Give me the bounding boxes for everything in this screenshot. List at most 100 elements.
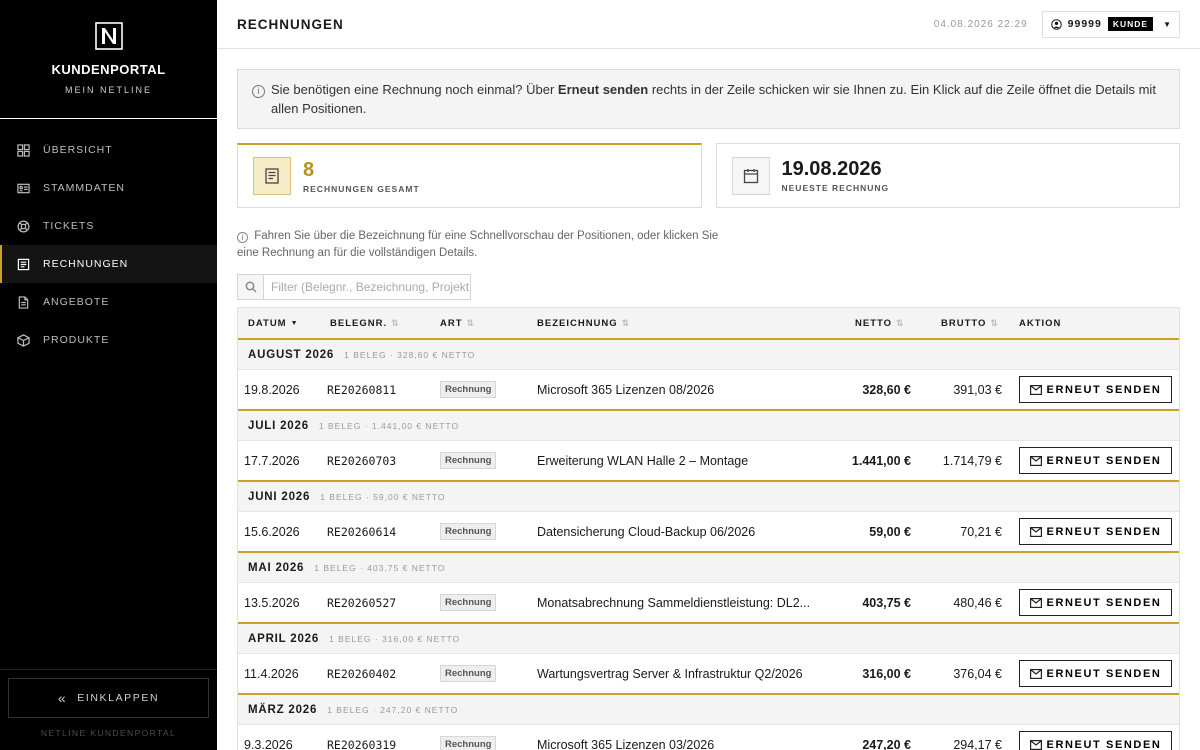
resend-label: ERNEUT SENDEN bbox=[1046, 383, 1162, 396]
cell-number: RE20260527 bbox=[327, 595, 397, 610]
info-icon: i bbox=[237, 232, 248, 243]
cell-number: RE20260319 bbox=[327, 737, 397, 750]
main-area: RECHNUNGEN 04.08.2026 22:29 99999 KUNDE … bbox=[217, 0, 1200, 750]
content: i Sie benötigen eine Rechnung noch einma… bbox=[217, 49, 1200, 750]
column-header-description[interactable]: BEZEICHNUNG ⇅ bbox=[530, 318, 832, 329]
group-meta: 1 BELEG · 316,00 € NETTO bbox=[329, 633, 461, 644]
sidebar-item-uebersicht[interactable]: ÜBERSICHT bbox=[0, 131, 217, 169]
lifebuoy-icon bbox=[16, 219, 30, 233]
group-header: MAI 2026 1 BELEG · 403,75 € NETTO bbox=[238, 553, 1179, 583]
sidebar-item-tickets[interactable]: TICKETS bbox=[0, 207, 217, 245]
cell-net: 403,75 € bbox=[862, 595, 911, 610]
type-badge: Rechnung bbox=[440, 452, 497, 469]
cell-action: ERNEUT SENDEN bbox=[1009, 376, 1179, 403]
cell-description[interactable]: Microsoft 365 Lizenzen 03/2026 bbox=[530, 738, 832, 750]
sort-icon: ⇅ bbox=[391, 317, 400, 328]
resend-button[interactable]: ERNEUT SENDEN bbox=[1019, 589, 1172, 616]
cell-description[interactable]: Monatsabrechnung Sammeldienstleistung: D… bbox=[530, 596, 832, 610]
cell-gross: 376,04 € bbox=[953, 666, 1002, 681]
resend-label: ERNEUT SENDEN bbox=[1046, 596, 1162, 609]
cell-type: Rechnung bbox=[433, 523, 530, 540]
search-box bbox=[237, 274, 471, 300]
group-header: MÄRZ 2026 1 BELEG · 247,20 € NETTO bbox=[238, 695, 1179, 725]
cell-description[interactable]: Erweiterung WLAN Halle 2 – Montage bbox=[530, 454, 832, 468]
group-meta: 1 BELEG · 1.441,00 € NETTO bbox=[318, 420, 460, 431]
sidebar-item-label: PRODUKTE bbox=[43, 334, 110, 346]
column-header-number[interactable]: BELEGNR. ⇅ bbox=[323, 318, 433, 329]
group-title: MAI 2026 bbox=[248, 561, 305, 574]
sidebar-item-rechnungen[interactable]: RECHNUNGEN bbox=[0, 245, 217, 283]
hint-body: Fahren Sie über die Bezeichnung für eine… bbox=[237, 230, 719, 259]
table-row[interactable]: 15.6.2026 RE20260614 Rechnung Datensicherun… bbox=[238, 512, 1179, 553]
sidebar-item-label: ANGEBOTE bbox=[43, 296, 110, 308]
resend-button[interactable]: ERNEUT SENDEN bbox=[1019, 660, 1172, 687]
info-icon: i bbox=[252, 85, 265, 98]
group-header: JULI 2026 1 BELEG · 1.441,00 € NETTO bbox=[238, 411, 1179, 441]
resend-button[interactable]: ERNEUT SENDEN bbox=[1019, 447, 1172, 474]
header-label: NETTO bbox=[855, 317, 893, 329]
cell-type: Rechnung bbox=[433, 381, 530, 398]
stat-total-invoices: 8 RECHNUNGEN GESAMT bbox=[237, 143, 702, 208]
logo-icon bbox=[94, 22, 123, 50]
column-header-gross[interactable]: BRUTTO ⇅ bbox=[918, 318, 1009, 329]
sidebar-bottom: « EINKLAPPEN NETLINE KUNDENPORTAL bbox=[0, 669, 217, 750]
table-row[interactable]: 13.5.2026 RE20260527 Rechnung Monatsabrechn… bbox=[238, 583, 1179, 624]
table-row[interactable]: 19.8.2026 RE20260811 Rechnung Microsoft 365… bbox=[238, 370, 1179, 411]
column-header-date[interactable]: DATUM ▼ bbox=[238, 318, 323, 329]
user-menu[interactable]: 99999 KUNDE ▼ bbox=[1041, 10, 1180, 38]
invoice-icon bbox=[253, 157, 291, 195]
cell-type: Rechnung bbox=[433, 736, 530, 750]
cell-description[interactable]: Wartungsvertrag Server & Infrastruktur Q… bbox=[530, 667, 832, 681]
table-row[interactable]: 17.7.2026 RE20260703 Rechnung Erweiterung W… bbox=[238, 441, 1179, 482]
table-row[interactable]: 11.4.2026 RE20260402 Rechnung Wartungsvertr… bbox=[238, 654, 1179, 695]
resend-button[interactable]: ERNEUT SENDEN bbox=[1019, 518, 1172, 545]
header-label: ART bbox=[440, 317, 463, 329]
cell-description[interactable]: Datensicherung Cloud-Backup 06/2026 bbox=[530, 525, 832, 539]
cell-action: ERNEUT SENDEN bbox=[1009, 447, 1179, 474]
column-header-action: AKTION bbox=[1009, 318, 1179, 329]
sidebar-nav: ÜBERSICHT STAMMDATEN TICKETS RECHNUNGEN … bbox=[0, 131, 217, 359]
stat-latest-invoice: 19.08.2026 NEUESTE RECHNUNG bbox=[715, 143, 1180, 208]
cell-description[interactable]: Microsoft 365 Lizenzen 08/2026 bbox=[530, 383, 832, 397]
stat-label: RECHNUNGEN GESAMT bbox=[303, 183, 420, 194]
collapse-button[interactable]: « EINKLAPPEN bbox=[8, 678, 209, 718]
stat-label: NEUESTE RECHNUNG bbox=[781, 183, 890, 193]
mail-send-icon bbox=[1029, 668, 1042, 679]
chevrons-left-icon: « bbox=[57, 690, 68, 706]
cell-net: 1.441,00 € bbox=[851, 453, 911, 468]
notice-text-before: Sie benötigen eine Rechnung noch einmal?… bbox=[271, 82, 558, 97]
group-title: JUNI 2026 bbox=[248, 490, 311, 503]
brand: KUNDENPORTAL MEIN NETLINE bbox=[0, 0, 217, 119]
sort-icon: ⇅ bbox=[621, 317, 631, 328]
type-badge: Rechnung bbox=[440, 594, 497, 611]
table-row[interactable]: 9.3.2026 RE20260319 Rechnung Microsoft 365 … bbox=[238, 725, 1179, 750]
sidebar-item-angebote[interactable]: ANGEBOTE bbox=[0, 283, 217, 321]
type-badge: Rechnung bbox=[440, 736, 497, 750]
sidebar-item-produkte[interactable]: PRODUKTE bbox=[0, 321, 217, 359]
column-header-type[interactable]: ART ⇅ bbox=[433, 318, 530, 329]
cell-net: 316,00 € bbox=[862, 666, 911, 681]
stat-value: 8 bbox=[303, 158, 315, 181]
sidebar-item-stammdaten[interactable]: STAMMDATEN bbox=[0, 169, 217, 207]
sidebar: KUNDENPORTAL MEIN NETLINE ÜBERSICHT STAM… bbox=[0, 0, 217, 750]
user-icon bbox=[1050, 18, 1062, 30]
resend-label: ERNEUT SENDEN bbox=[1046, 738, 1162, 750]
hint-text: i Fahren Sie über die Bezeichnung für ei… bbox=[237, 228, 727, 262]
cell-date: 19.8.2026 bbox=[244, 382, 300, 397]
cell-action: ERNEUT SENDEN bbox=[1009, 518, 1179, 545]
resend-button[interactable]: ERNEUT SENDEN bbox=[1019, 376, 1172, 403]
cell-date: 13.5.2026 bbox=[244, 595, 300, 610]
column-header-net[interactable]: NETTO ⇅ bbox=[832, 318, 918, 329]
cell-number: RE20260811 bbox=[327, 382, 397, 397]
header-label: BEZEICHNUNG bbox=[537, 317, 618, 329]
group-title: MÄRZ 2026 bbox=[248, 703, 318, 716]
sidebar-item-label: ÜBERSICHT bbox=[43, 144, 113, 156]
cell-net: 247,20 € bbox=[862, 737, 911, 750]
cell-number: RE20260703 bbox=[327, 453, 397, 468]
cell-action: ERNEUT SENDEN bbox=[1009, 660, 1179, 687]
resend-button[interactable]: ERNEUT SENDEN bbox=[1019, 731, 1172, 750]
group-meta: 1 BELEG · 59,00 € NETTO bbox=[320, 491, 446, 502]
search-input[interactable] bbox=[264, 280, 469, 294]
cell-gross: 70,21 € bbox=[960, 524, 1002, 539]
type-badge: Rechnung bbox=[440, 665, 497, 682]
